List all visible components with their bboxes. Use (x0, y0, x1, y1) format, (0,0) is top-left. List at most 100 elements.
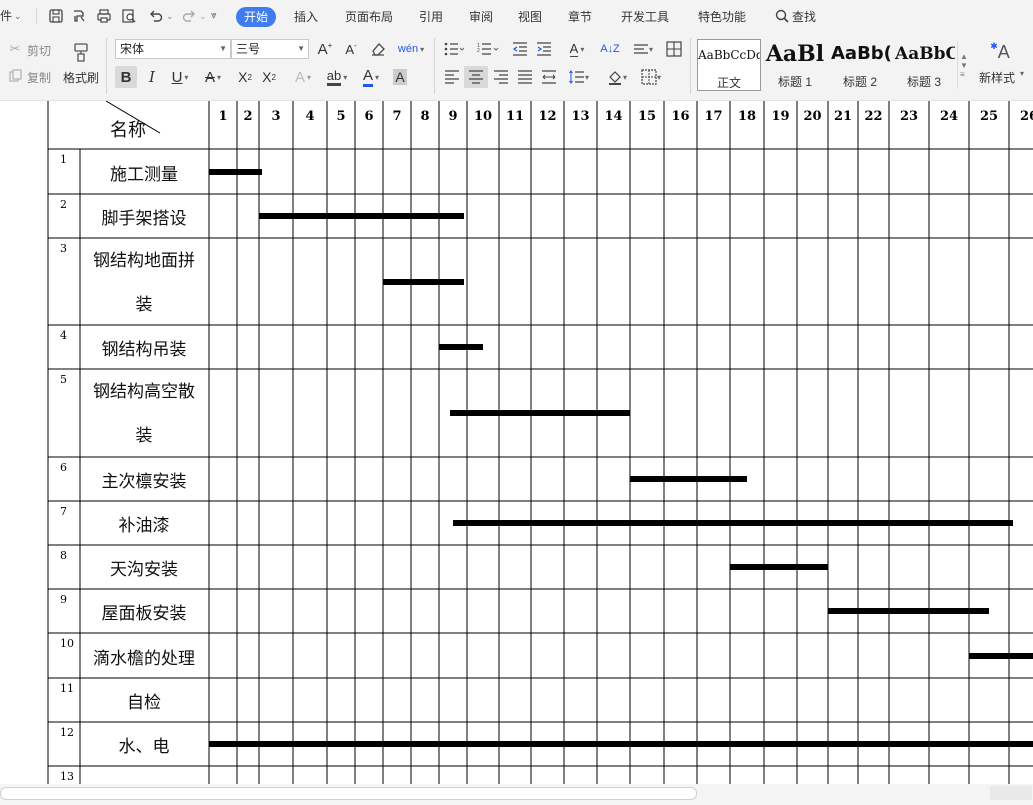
style-heading-3-sample: AaBbC (895, 44, 955, 64)
numbered-list-icon[interactable]: 12 (474, 39, 502, 59)
save-icon[interactable] (47, 7, 65, 25)
task-name: 补油漆 (118, 516, 170, 535)
day-header-12: 12 (538, 109, 557, 124)
shading-icon[interactable]: ▾ (602, 66, 632, 88)
day-header-9: 9 (448, 109, 458, 124)
file-menu[interactable]: 件 (0, 0, 12, 32)
italic-icon[interactable]: I (141, 66, 163, 88)
format-painter-button[interactable]: 格式刷 (63, 69, 99, 86)
borders-icon[interactable]: ▾ (636, 66, 666, 88)
scrollbar-thumb[interactable] (0, 787, 697, 800)
tab-developer-tools[interactable]: 开发工具 (619, 7, 671, 27)
tab-review[interactable]: 审阅 (467, 7, 495, 27)
task-name: 装 (135, 295, 153, 314)
file-menu-chevron-icon[interactable]: ⌄ (14, 0, 22, 32)
tab-home[interactable]: 开始 (236, 7, 277, 27)
copy-icon (8, 68, 22, 82)
task-name: 装 (135, 426, 153, 445)
task-name: 钢结构地面拼 (93, 251, 195, 270)
row-number: 2 (60, 198, 67, 211)
table-border-icon[interactable] (664, 39, 684, 59)
scissors-icon: ✂ (9, 41, 21, 56)
align-left-icon[interactable] (441, 66, 463, 88)
gantt-bar (439, 344, 483, 350)
undo-icon[interactable] (147, 7, 165, 25)
style-heading-2[interactable]: AaBb( 标题 2 (829, 39, 891, 91)
style-heading-3-label: 标题 3 (906, 75, 941, 89)
shrink-font-icon[interactable]: A- (340, 39, 362, 59)
style-normal[interactable]: AaBbCcDd 正文 (697, 39, 761, 91)
distribute-icon[interactable] (538, 66, 560, 88)
format-painter-quick-icon[interactable] (70, 7, 88, 25)
grow-font-icon[interactable]: A + (314, 39, 336, 59)
tab-chapter[interactable]: 章节 (566, 7, 594, 27)
day-header-5: 5 (336, 109, 346, 124)
line-spacing-options-icon[interactable]: ▾ (628, 39, 658, 59)
tab-references[interactable]: 引用 (417, 7, 445, 27)
row-number: 4 (60, 329, 67, 342)
style-heading-3[interactable]: AaBbC 标题 3 (893, 39, 955, 91)
format-painter-icon[interactable] (68, 39, 94, 65)
sort-icon[interactable]: A↓Z (600, 39, 620, 59)
font-name-combo[interactable]: 宋体 ▼ (115, 39, 231, 59)
day-header-6: 6 (364, 109, 374, 124)
gantt-bar (969, 652, 1033, 659)
style-normal-sample: AaBbCcDd (698, 48, 760, 62)
scrollbar-track-end (990, 786, 1032, 800)
font-color-icon[interactable]: A ▾ (356, 66, 386, 88)
text-effect-icon[interactable]: A ▾ (288, 66, 318, 88)
task-name: 水、电 (118, 737, 170, 756)
tab-view[interactable]: 视图 (516, 7, 544, 27)
horizontal-scrollbar[interactable] (0, 784, 1033, 805)
new-style-icon[interactable]: ✱ A (987, 40, 1013, 64)
bullet-list-icon[interactable] (441, 39, 467, 59)
font-name-value: 宋体 (120, 42, 145, 56)
style-heading-2-label: 标题 2 (842, 75, 877, 89)
gantt-bar (630, 476, 747, 482)
gantt-bar (730, 564, 828, 570)
line-spacing-icon[interactable]: ▾ (564, 66, 594, 88)
tab-special-features[interactable]: 特色功能 (696, 7, 748, 27)
row-number: 7 (60, 505, 67, 518)
day-header-26: 26 (1019, 109, 1033, 124)
pinyin-guide-icon[interactable]: wén ▾ (396, 39, 426, 59)
underline-icon[interactable]: U ▾ (166, 66, 194, 88)
strikethrough-icon[interactable]: A ▾ (198, 66, 228, 88)
font-size-combo[interactable]: 三号 ▼ (231, 39, 309, 59)
day-header-23: 23 (899, 109, 919, 124)
cut-button[interactable]: 剪切 (27, 42, 51, 59)
subscript-icon[interactable]: X2 (258, 66, 280, 88)
print-preview-icon[interactable] (120, 7, 138, 25)
day-header-24: 24 (939, 109, 959, 124)
row-number: 8 (60, 549, 67, 562)
row-number: 6 (60, 461, 67, 474)
style-normal-label: 正文 (716, 76, 741, 90)
eraser-icon[interactable] (367, 39, 389, 59)
search-button[interactable]: 查找 (790, 7, 818, 27)
increase-indent-icon[interactable] (534, 39, 554, 59)
change-case-icon[interactable]: A ▾ (562, 39, 592, 59)
tab-page-layout[interactable]: 页面布局 (343, 7, 395, 27)
task-name: 自检 (127, 693, 161, 712)
decrease-indent-icon[interactable] (510, 39, 530, 59)
day-header-21: 21 (833, 109, 853, 124)
undo-dropdown-icon[interactable]: ⌄ (166, 0, 174, 32)
bold-icon[interactable]: B (115, 66, 137, 88)
redo-icon[interactable] (180, 7, 198, 25)
new-style-chevron-icon[interactable]: ▾ (1020, 69, 1024, 78)
highlight-icon[interactable]: ab ▾ (322, 66, 352, 88)
align-center-icon[interactable] (464, 66, 488, 88)
justify-icon[interactable] (514, 66, 536, 88)
copy-button[interactable]: 复制 (27, 69, 51, 86)
character-shading-icon[interactable]: A (390, 66, 410, 88)
align-right-icon[interactable] (490, 66, 512, 88)
tab-insert[interactable]: 插入 (292, 7, 320, 27)
style-gallery-scroll-icon[interactable]: ▲ ▼ ≡ (957, 41, 970, 89)
superscript-icon[interactable]: X2 (234, 66, 256, 88)
redo-dropdown-icon[interactable]: ⌄ (199, 0, 207, 32)
search-icon[interactable] (773, 7, 791, 25)
print-icon[interactable] (95, 7, 113, 25)
customize-icon[interactable]: ⩔ (211, 0, 217, 32)
style-heading-1[interactable]: AaBl 标题 1 (763, 39, 827, 91)
new-style-button[interactable]: 新样式 (979, 69, 1015, 86)
